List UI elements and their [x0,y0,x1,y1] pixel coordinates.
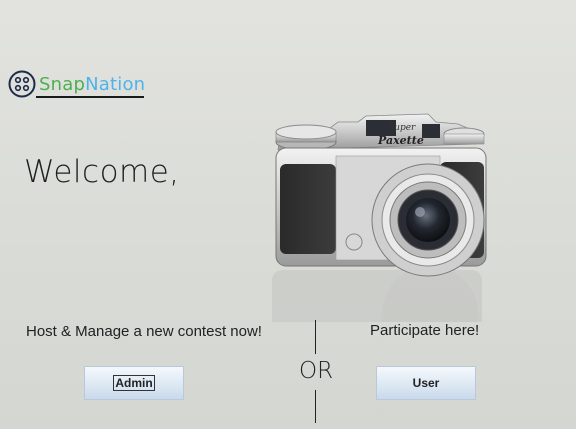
svg-text:Paxette: Paxette [377,134,424,147]
admin-button[interactable]: Admin [84,366,184,400]
camera-image: Super Paxette [272,113,487,322]
participate-text: Participate here! [370,322,480,339]
brand-logo[interactable]: SnapNation [8,70,145,98]
divider-line-bottom [315,390,316,423]
admin-button-label: Admin [113,375,155,391]
host-contest-text: Host & Manage a new contest now! [26,323,262,340]
user-button[interactable]: User [376,366,476,400]
svg-text:Super: Super [388,123,416,133]
user-button-label: User [412,376,440,390]
welcome-heading: Welcome, [24,154,180,190]
brand-name-part1: Snap [39,73,86,95]
divider-line-top [315,320,316,354]
brand-name: SnapNation [39,74,145,95]
brand-underline [36,96,144,98]
film-reel-icon [8,70,36,98]
or-divider-text: OR [299,358,334,384]
brand-name-part2: Nation [85,73,146,95]
